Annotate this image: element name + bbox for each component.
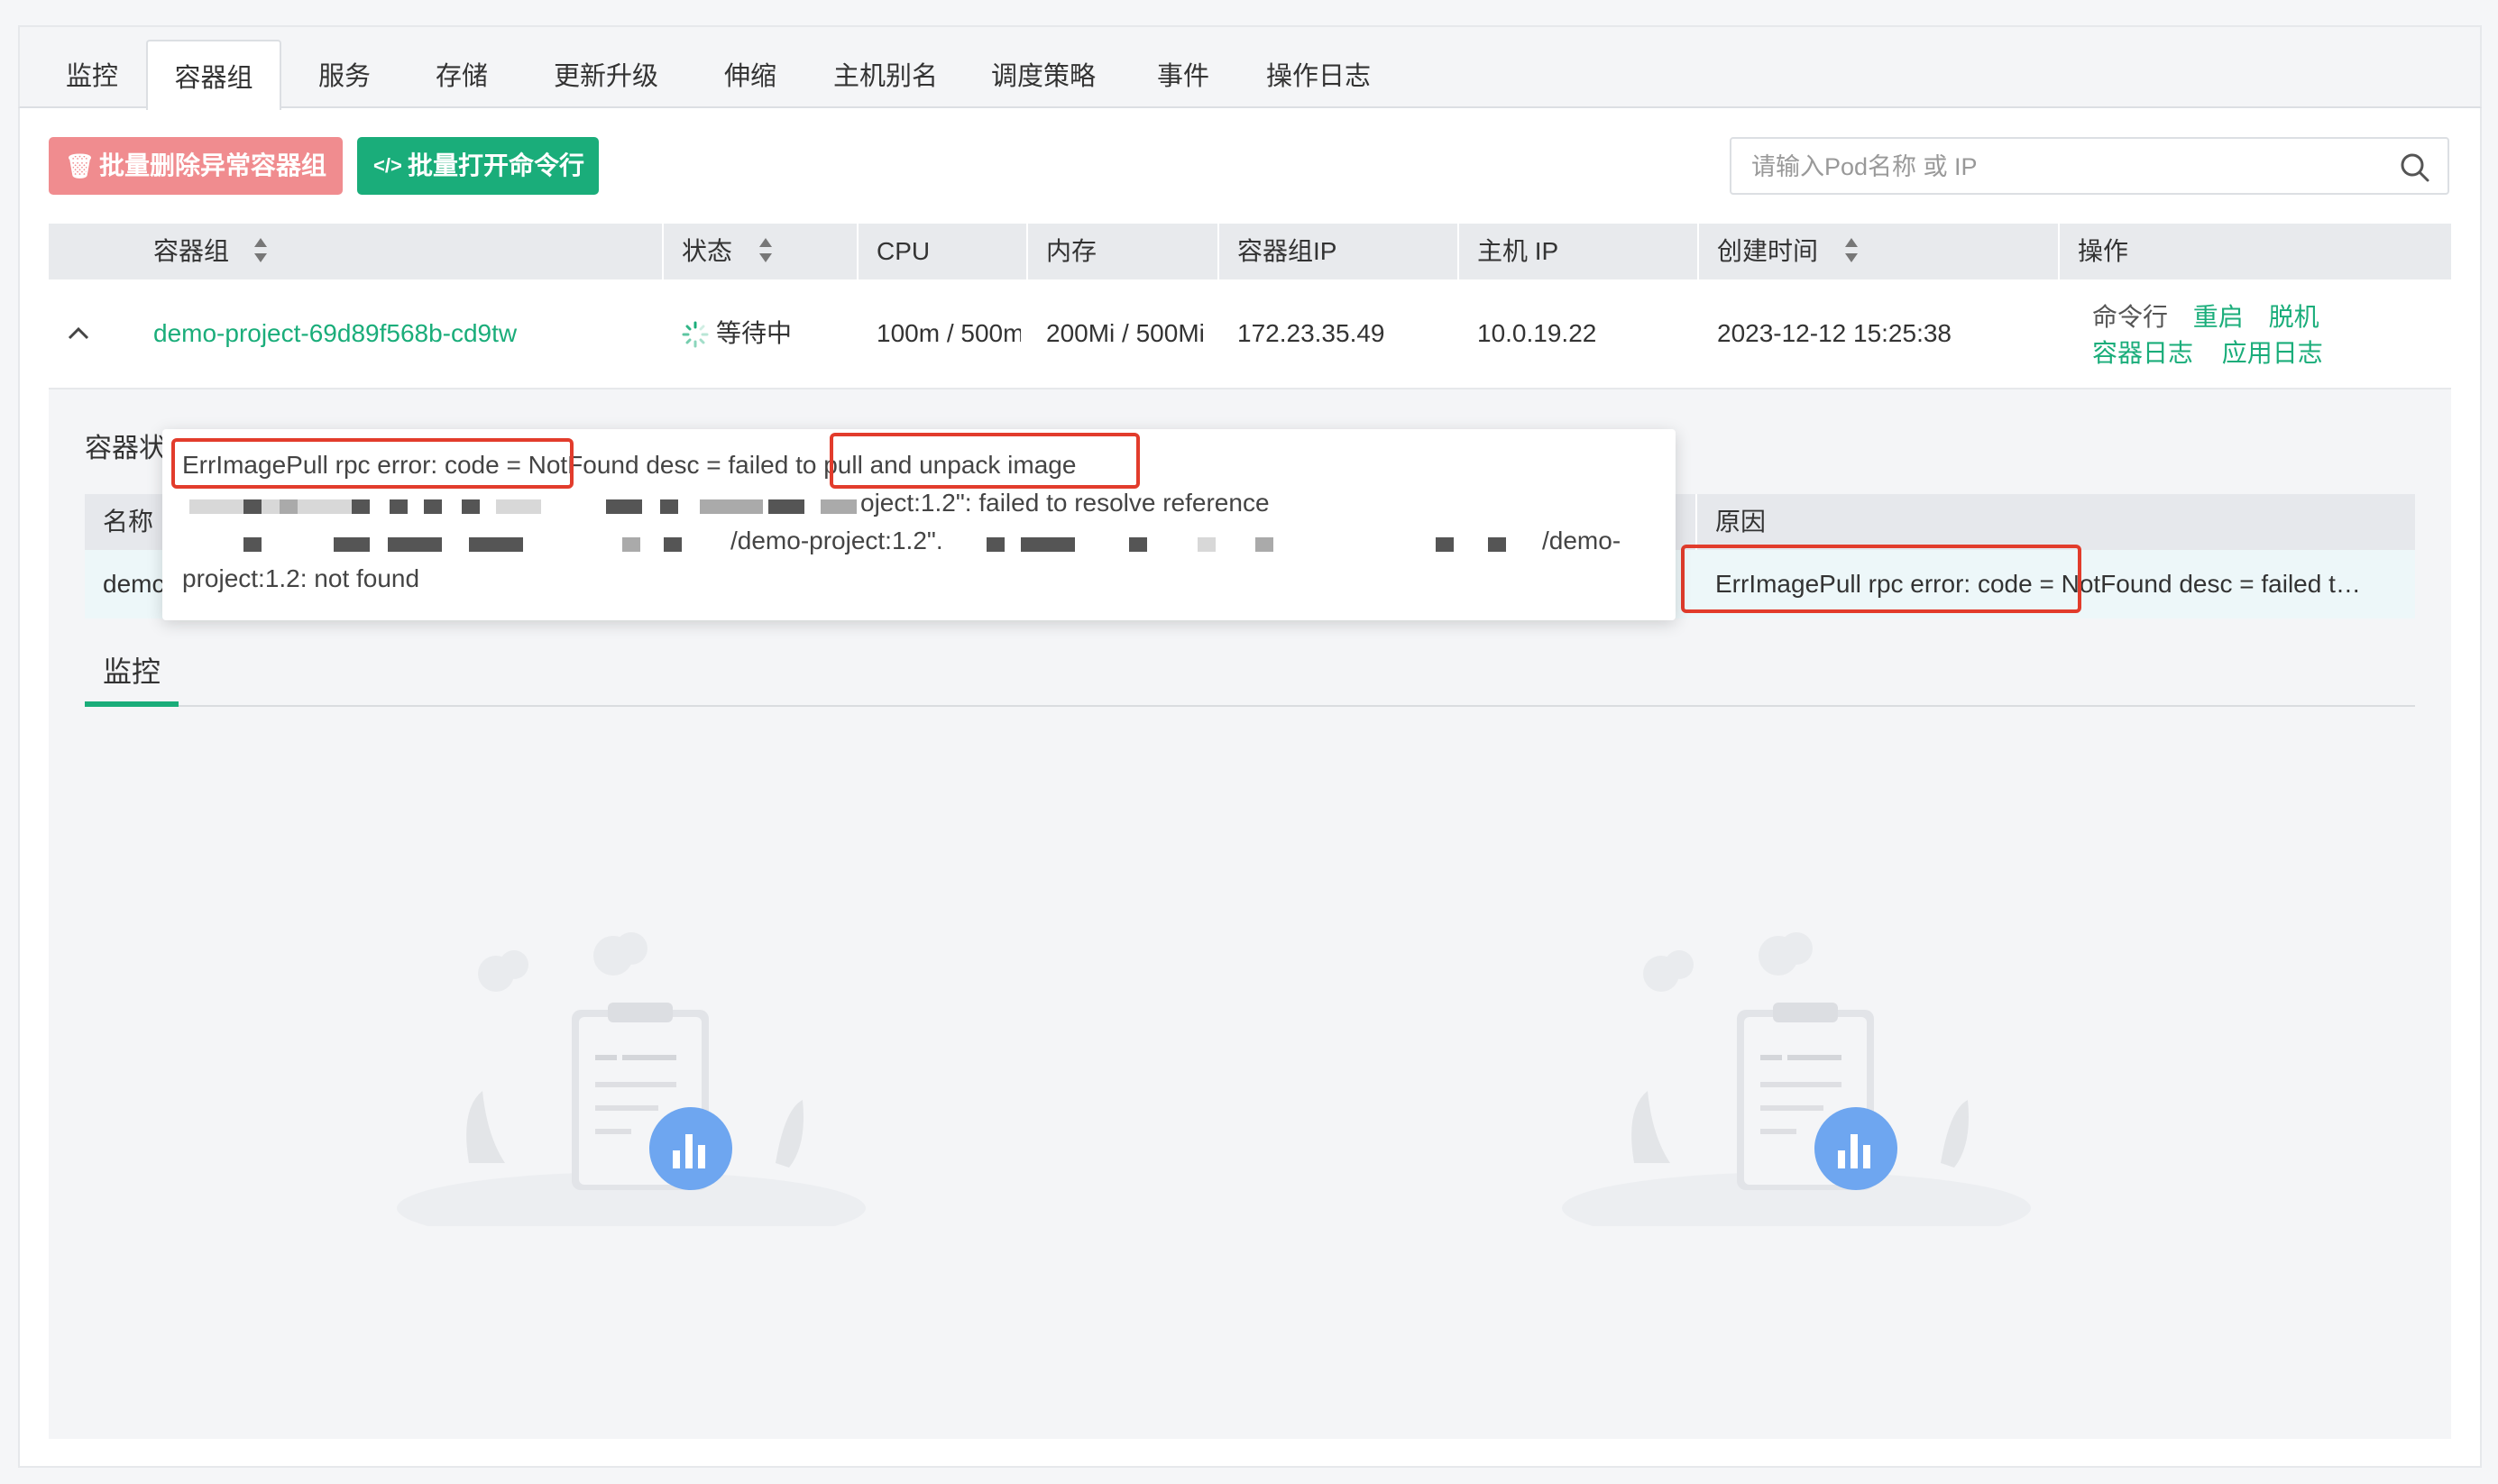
sort-created-icon[interactable] [1845,238,1858,265]
pod-cpu: 100m / 500m [877,319,1021,347]
container-name: demc [103,570,165,598]
terminal-link[interactable]: 命令行 [2092,303,2168,331]
tooltip-line-4: project:1.2: not found [182,564,420,592]
app-log-link[interactable]: 应用日志 [2222,339,2323,367]
col-pod-ip: 容器组IP [1237,237,1337,265]
container-status-title: 容器状 [85,434,166,463]
batch-terminal-button[interactable]: </> 批量打开命令行 [357,137,599,195]
table-row: demo-project-69d89f568b-cd9tw 等待中 100m /… [49,279,2451,389]
tab-host-alias[interactable]: 主机别名 [813,27,958,106]
highlight-error-code [171,438,574,489]
col-memory: 内存 [1046,237,1097,265]
row-actions: 命令行 重启 脱机 容器日志 应用日志 [2092,299,2323,371]
sort-pod-icon[interactable] [254,238,267,265]
offline-link[interactable]: 脱机 [2269,303,2319,331]
highlight-reason [1681,545,2081,613]
error-tooltip: ErrImagePull rpc error: code = NotFound … [162,429,1676,620]
loading-icon [682,321,709,348]
tab-upgrade[interactable]: 更新升级 [525,27,687,106]
search-input[interactable] [1750,139,2384,195]
tab-events[interactable]: 事件 [1129,27,1237,106]
trash-icon: 🗑 [65,152,96,179]
empty-chart-illustration-right [1562,932,2031,1226]
col-pod: 容器组 [153,237,230,265]
tab-services[interactable]: 服务 [290,27,399,106]
batch-terminal-label: 批量打开命令行 [408,151,585,179]
monitor-tab-indicator [85,701,179,707]
col-container-name: 名称 [103,508,154,536]
pod-search [1730,137,2449,195]
tab-storage[interactable]: 存储 [408,27,516,106]
col-cpu: CPU [877,237,931,265]
col-reason: 原因 [1715,508,1767,536]
tab-monitor-detail[interactable]: 监控 [103,649,161,691]
col-created: 创建时间 [1717,237,1819,265]
created-time: 2023-12-12 15:25:38 [1717,319,1952,347]
code-icon: </> [373,154,402,177]
chevron-up-icon[interactable] [67,325,90,341]
restart-link[interactable]: 重启 [2193,303,2244,331]
tab-scaling[interactable]: 伸缩 [696,27,804,106]
pod-name-link[interactable]: demo-project-69d89f568b-cd9tw [153,279,658,388]
col-status: 状态 [682,237,733,265]
pod-status: 等待中 [716,319,793,347]
container-log-link[interactable]: 容器日志 [2092,339,2193,367]
tab-pods[interactable]: 容器组 [146,40,281,110]
tab-operation-log[interactable]: 操作日志 [1246,27,1391,106]
pod-memory: 200Mi / 500Mi [1046,319,1205,347]
search-icon[interactable] [2399,151,2431,184]
sort-status-icon[interactable] [759,238,772,265]
col-host-ip: 主机 IP [1477,237,1559,265]
empty-chart-illustration-left [397,932,866,1226]
tab-scheduling[interactable]: 调度策略 [967,27,1120,106]
col-actions: 操作 [2078,237,2129,265]
host-ip: 10.0.19.22 [1477,319,1597,347]
highlight-pull-image [830,433,1140,489]
tooltip-line-3b: /demo- [1542,527,1621,554]
batch-delete-button[interactable]: 🗑 批量删除异常容器组 [49,137,343,195]
monitor-tab-line [85,705,2415,707]
batch-delete-label: 批量删除异常容器组 [99,151,327,179]
tooltip-line-3: /demo-project:1.2". [730,527,943,554]
table-header: 容器组 状态 CPU 内存 容器组IP 主机 IP 创建时间 操作 [49,224,2451,279]
redacted-block [189,499,361,514]
tab-monitor[interactable]: 监控 [47,27,137,106]
tab-bar: 监控 容器组 服务 存储 更新升级 伸缩 主机别名 调度策略 事件 操作日志 [18,25,2482,110]
pod-ip: 172.23.35.49 [1237,319,1385,347]
tooltip-line-2: oject:1.2": failed to resolve reference [860,489,1270,517]
